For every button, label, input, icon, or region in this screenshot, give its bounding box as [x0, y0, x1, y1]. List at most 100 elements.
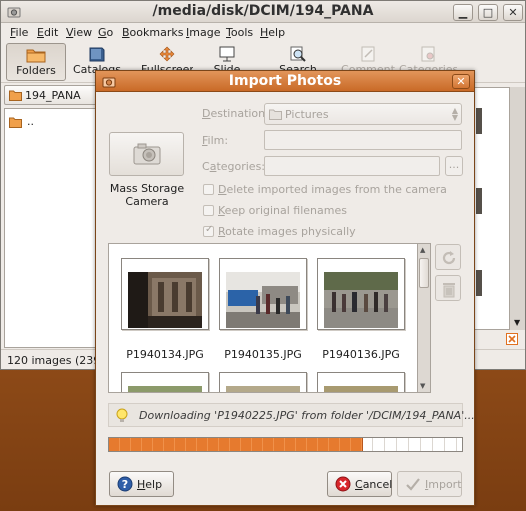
- window-title: /media/disk/DCIM/194_PANA: [152, 3, 374, 19]
- dialog-title: Import Photos: [228, 73, 342, 89]
- menu-help-label: elp: [268, 26, 286, 39]
- menu-bookmarks[interactable]: Bookmarks: [122, 26, 183, 39]
- thumbnail-filename: P1940136.JPG: [322, 348, 400, 361]
- thumbnail-item[interactable]: P1940135.JPG: [219, 258, 307, 361]
- menu-bookmarks-mnemonic: B: [122, 26, 130, 39]
- menu-edit[interactable]: Edit: [37, 26, 58, 39]
- menu-view[interactable]: View: [66, 26, 92, 39]
- checkmark-icon: [406, 478, 420, 491]
- delete-button[interactable]: [435, 275, 461, 301]
- folder-icon: [9, 117, 22, 128]
- location-selector[interactable]: 194_PANA: [4, 85, 104, 105]
- combo-arrows-icon: ▲ ▼: [451, 106, 458, 122]
- thumbnail-edge[interactable]: [476, 270, 482, 296]
- minimize-button[interactable]: ▁: [453, 4, 473, 21]
- help-label-text: elp: [145, 478, 163, 491]
- thumbnail-frame[interactable]: [121, 258, 209, 330]
- photo-thumbnail: [226, 386, 300, 392]
- help-label: Help: [137, 478, 162, 491]
- slideshow-icon: [219, 46, 235, 62]
- thumbnail-item[interactable]: [317, 372, 405, 392]
- rotate-images-text: otate images physically: [225, 225, 356, 238]
- thumbnail-filename: P1940134.JPG: [126, 348, 204, 361]
- search-button[interactable]: Search: [276, 43, 320, 73]
- cancel-icon: [335, 476, 351, 492]
- checkbox-box[interactable]: [203, 184, 214, 195]
- thumbnail-frame[interactable]: [219, 258, 307, 330]
- import-label: Import: [425, 478, 462, 491]
- fullscreen-button[interactable]: Fullscreen: [141, 43, 193, 73]
- import-label-text: mport: [428, 478, 462, 491]
- download-status-text: Downloading 'P1940225.JPG' from folder '…: [139, 409, 475, 422]
- scroll-down-arrow-icon[interactable]: ▼: [514, 318, 520, 327]
- close-button[interactable]: ✕: [503, 4, 523, 21]
- menu-go-mnemonic: G: [98, 26, 107, 39]
- thumbnail-item[interactable]: [121, 372, 209, 392]
- cancel-label-text: ancel: [362, 478, 393, 491]
- help-button[interactable]: ? Help: [109, 471, 174, 497]
- slideshow-button[interactable]: Slide Show: [199, 43, 255, 73]
- categories-button[interactable]: Categories: [399, 43, 457, 73]
- thumbnail-frame[interactable]: [317, 258, 405, 330]
- checkbox-box-checked[interactable]: [203, 224, 214, 237]
- photo-thumbnail: [128, 386, 202, 392]
- menu-go[interactable]: Go: [98, 26, 113, 39]
- thumbnail-grid[interactable]: P1940134.JPG P1940135.JPG P1940136.JPG: [108, 243, 418, 393]
- menu-view-label: iew: [73, 26, 93, 39]
- film-field[interactable]: [264, 130, 462, 150]
- menu-tools-label: ools: [230, 26, 254, 39]
- thumbnail-scrollbar[interactable]: ▲ ▼: [418, 243, 431, 393]
- thumbnail-item[interactable]: [219, 372, 307, 392]
- thumbnail-frame[interactable]: [219, 372, 307, 392]
- dialog-title-bar[interactable]: Import Photos ✕: [96, 71, 474, 92]
- location-folder-name: 194_PANA: [25, 89, 81, 102]
- rotate-button[interactable]: [435, 244, 461, 270]
- destination-combo[interactable]: Pictures ▲ ▼: [264, 103, 462, 125]
- menu-go-label: o: [106, 26, 114, 39]
- categories-field[interactable]: [264, 156, 440, 176]
- thumbnail-edge[interactable]: [476, 108, 482, 134]
- import-progress-bar: [108, 437, 463, 452]
- comment-button[interactable]: Comment: [341, 43, 395, 73]
- menu-file[interactable]: File: [10, 26, 28, 39]
- menu-edit-label: dit: [43, 26, 59, 39]
- thumbnail-edge[interactable]: [476, 188, 482, 214]
- thumbnail-frame[interactable]: [317, 372, 405, 392]
- camera-select-button[interactable]: [109, 132, 184, 176]
- folder-icon: [26, 49, 46, 63]
- menu-bookmarks-label: ookmarks: [129, 26, 184, 39]
- dialog-close-button[interactable]: ✕: [452, 74, 470, 89]
- maximize-button[interactable]: □: [478, 4, 498, 21]
- title-bar[interactable]: /media/disk/DCIM/194_PANA ▁ □ ✕: [1, 1, 525, 23]
- scrollbar-thumb[interactable]: [419, 258, 429, 288]
- categories-browse-button[interactable]: ...: [445, 156, 463, 176]
- cancel-button[interactable]: Cancel: [327, 471, 392, 497]
- thumbnail-item[interactable]: P1940136.JPG: [317, 258, 405, 361]
- thumbnail-frame[interactable]: [121, 372, 209, 392]
- menu-image[interactable]: Image: [186, 26, 220, 39]
- folders-label: Folders: [16, 64, 56, 77]
- menu-tools[interactable]: Tools: [226, 26, 253, 39]
- menu-image-label: mage: [189, 26, 221, 39]
- folders-button[interactable]: Folders: [6, 43, 66, 81]
- image-list-scrollbar[interactable]: ▼: [509, 87, 525, 330]
- camera-label: Mass Storage Camera: [109, 182, 185, 208]
- keep-filenames-label: Keep original filenames: [218, 204, 347, 217]
- menu-help[interactable]: Help: [260, 26, 285, 39]
- download-status: Downloading 'P1940225.JPG' from folder '…: [108, 403, 475, 427]
- destination-label: Destination:: [202, 107, 269, 120]
- folder-item-parent[interactable]: ..: [9, 115, 34, 131]
- photo-thumbnail: [324, 272, 398, 328]
- import-button[interactable]: Import: [397, 471, 462, 497]
- stop-icon[interactable]: [506, 333, 518, 345]
- scroll-down-arrow-icon[interactable]: ▼: [420, 382, 425, 390]
- scroll-up-arrow-icon[interactable]: ▲: [420, 246, 425, 254]
- help-icon: ?: [117, 476, 133, 492]
- folder-icon: [269, 109, 282, 120]
- photo-thumbnail: [324, 386, 398, 392]
- comment-icon: [361, 46, 375, 62]
- checkbox-box[interactable]: [203, 205, 214, 216]
- film-label-text: ilm:: [207, 134, 229, 147]
- folder-item-label: ..: [27, 115, 34, 128]
- thumbnail-item[interactable]: P1940134.JPG: [121, 258, 209, 361]
